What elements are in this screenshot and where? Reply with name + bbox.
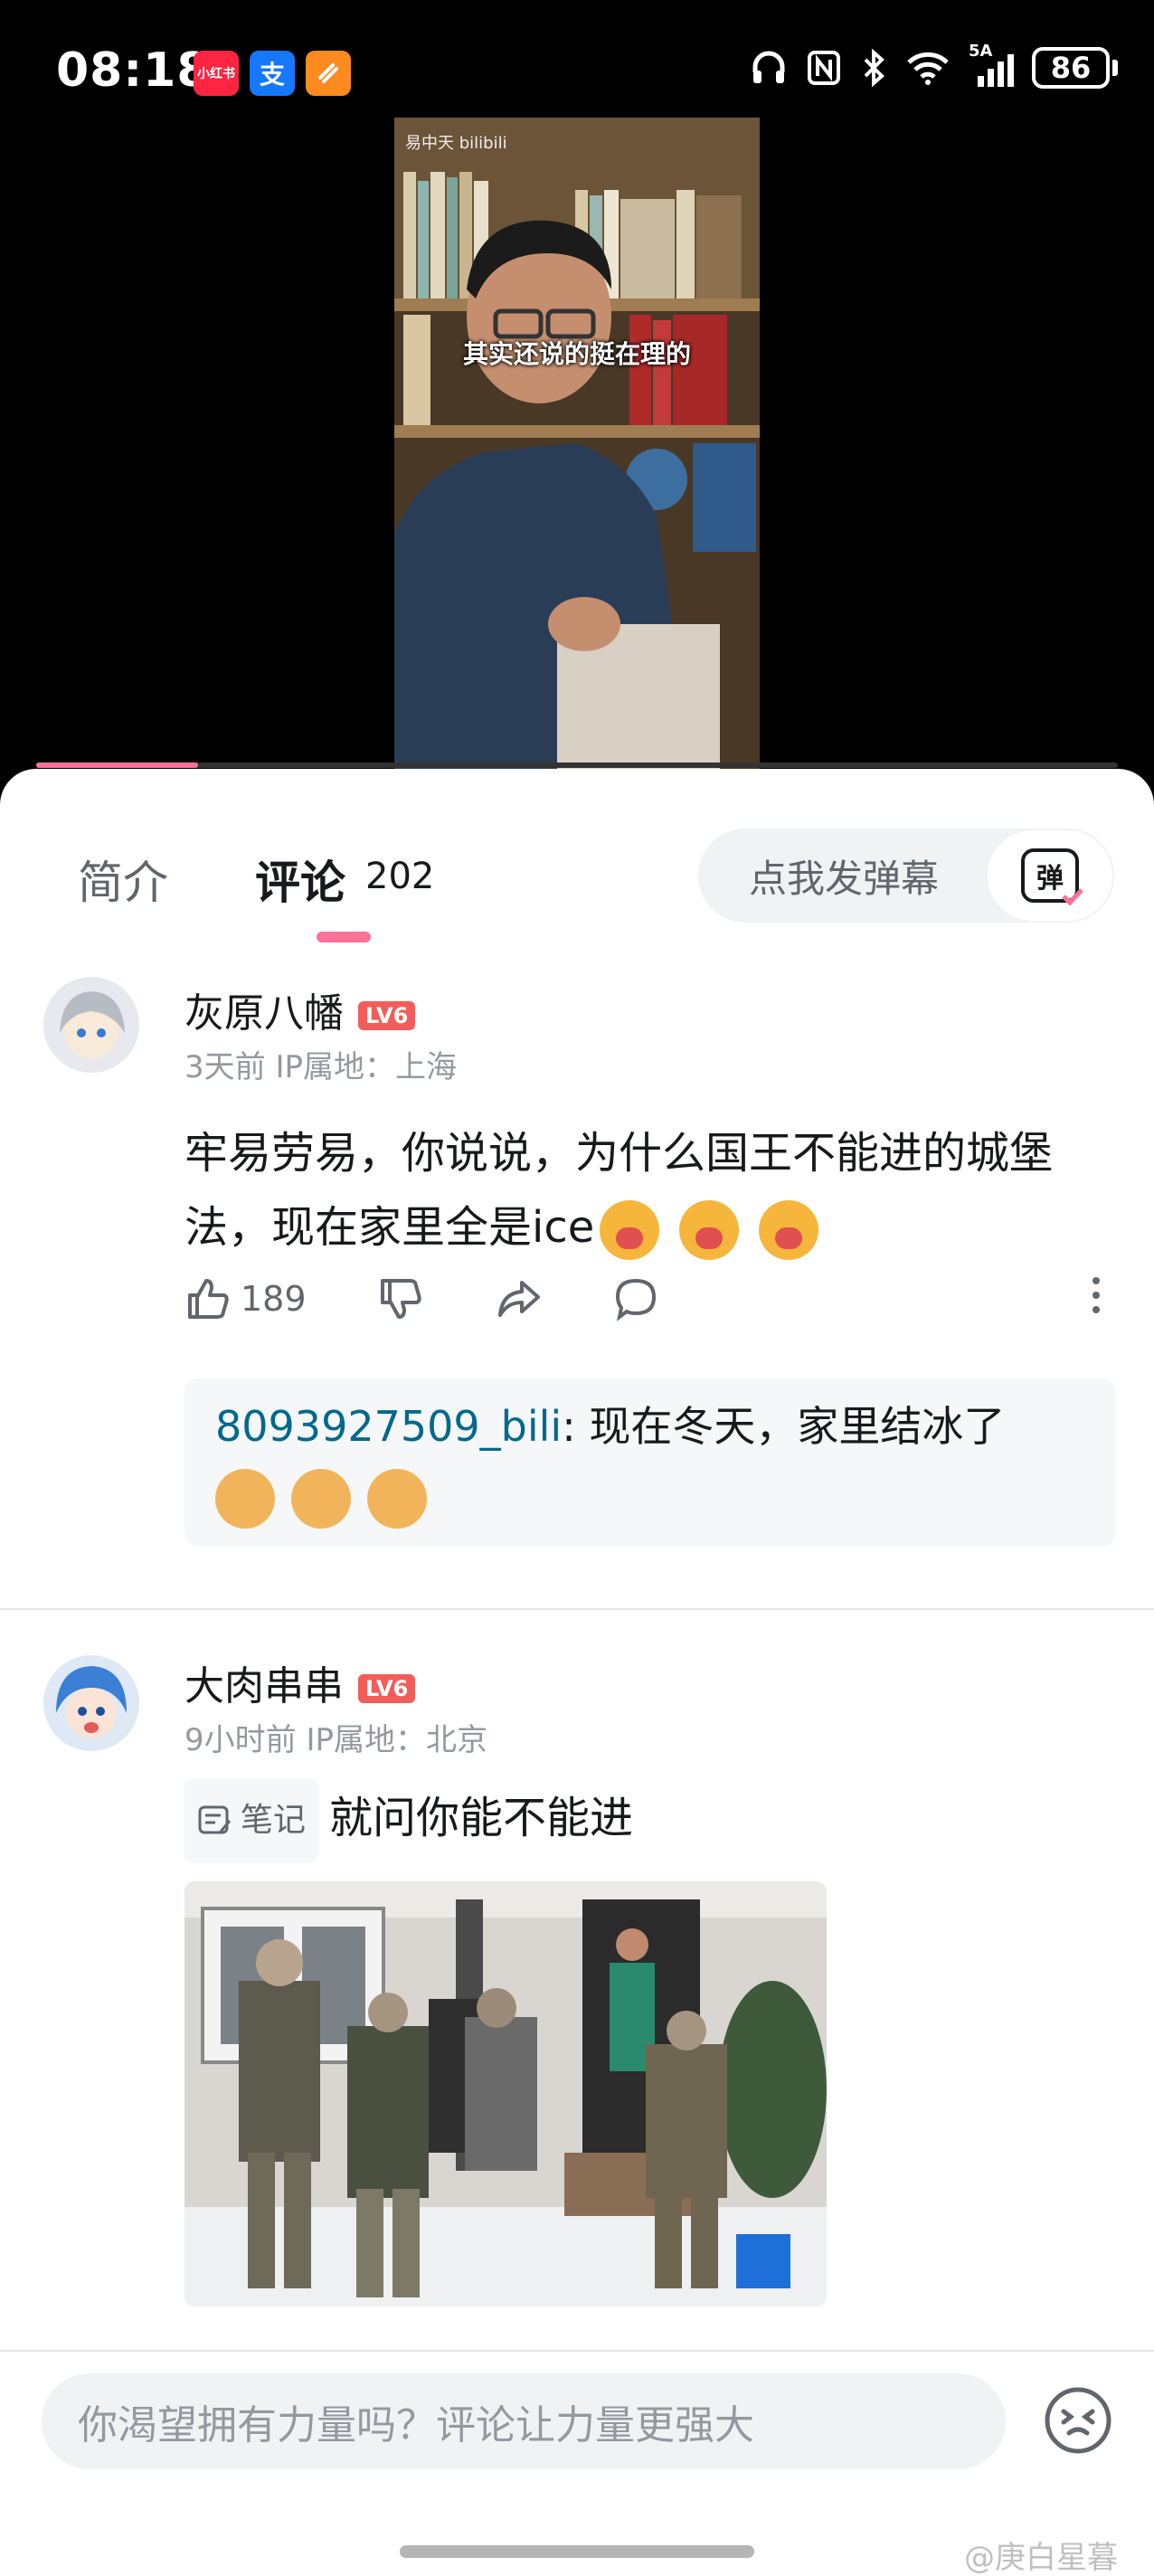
note-tag[interactable]: 笔记	[184, 1778, 319, 1863]
xiaohongshu-icon: 小红书	[194, 51, 239, 96]
doge-emoji-icon	[291, 1469, 351, 1529]
bottom-comment-bar: 你渴望拥有力量吗？评论让力量更强大 @庚白星暮	[0, 2350, 1154, 2576]
bluetooth-icon	[864, 49, 884, 87]
like-count: 189	[241, 1279, 307, 1319]
comment-text: 牢易劳易，你说说，为什么国王不能进的城堡法，现在家里全是ice	[184, 1116, 1116, 1264]
comment-username[interactable]: 灰原八幡 LV6	[184, 980, 416, 1038]
doge-emoji-icon	[367, 1469, 427, 1529]
level-badge: LV6	[358, 1001, 416, 1030]
more-vertical-icon	[1093, 1277, 1100, 1313]
reply-button[interactable]	[612, 1275, 659, 1322]
tab-indicator	[317, 932, 371, 942]
tab-comments[interactable]: 评论	[255, 847, 345, 912]
video-watermark: 易中天 bilibili	[405, 134, 507, 153]
signal-icon: 5A	[969, 42, 1014, 87]
more-options-button[interactable]	[1091, 1275, 1102, 1325]
thumbs-down-icon	[380, 1279, 421, 1319]
comment-input[interactable]: 你渴望拥有力量吗？评论让力量更强大	[42, 2373, 1006, 2469]
emoji-face-icon	[1045, 2387, 1111, 2454]
video-subtitle: 其实还说的挺在理的	[462, 339, 691, 369]
crying-emoji-icon	[679, 1200, 740, 1260]
watermark: @庚白星暮	[964, 2540, 1118, 2576]
video-image	[394, 118, 760, 769]
crying-emoji-icon	[759, 1200, 819, 1260]
wifi-icon	[907, 52, 949, 85]
status-bar: 08:18 小红书 支 5A 86	[0, 0, 1154, 118]
comment-divider	[0, 1608, 1154, 1610]
video-progress-fill	[36, 762, 199, 768]
comment-meta: 3天前 IP属地：上海	[184, 1049, 457, 1085]
comment-count: 202	[365, 856, 435, 897]
avatar[interactable]	[43, 977, 139, 1073]
crying-emoji-icon	[600, 1200, 660, 1260]
emoji-button[interactable]	[1042, 2384, 1114, 2457]
comment-username[interactable]: 大肉串串 LV6	[184, 1653, 416, 1711]
nfc-icon	[808, 51, 840, 85]
reply-line: 8093927509_bili: 现在冬天，家里结冰了	[215, 1398, 1005, 1454]
danmaku-input[interactable]: 点我发弹幕 弹	[698, 829, 1114, 923]
reply-username[interactable]: 8093927509_bili	[215, 1402, 562, 1451]
video-frame[interactable]: 易中天 bilibili 其实还说的挺在理的	[394, 118, 760, 769]
app-icon	[306, 51, 351, 96]
tab-bar: 简介 评论 202 点我发弹幕 弹	[0, 769, 1154, 950]
reply-emojis	[215, 1469, 443, 1529]
alipay-icon: 支	[250, 51, 295, 96]
comment-input-placeholder: 你渴望拥有力量吗？评论让力量更强大	[78, 2402, 754, 2448]
comment-bubble-icon	[615, 1278, 656, 1321]
home-indicator[interactable]	[400, 2545, 754, 2558]
battery-icon: 86	[1032, 47, 1118, 89]
comment-actions: 189	[184, 1275, 659, 1322]
comment-item: 灰原八幡 LV6 3天前 IP属地：上海 牢易劳易，你说说，为什么国王不能进的城堡…	[0, 977, 1154, 1547]
comment-photo[interactable]	[184, 1881, 827, 2306]
comment-text: 笔记 就问你能不能进	[184, 1778, 1116, 1863]
reply-text: : 现在冬天，家里结冰了	[562, 1402, 1006, 1451]
headphones-icon	[752, 51, 785, 83]
note-icon	[198, 1805, 232, 1834]
like-button[interactable]: 189	[184, 1275, 307, 1322]
level-badge: LV6	[358, 1674, 416, 1703]
photo-image	[184, 1881, 827, 2306]
doge-emoji-icon	[215, 1469, 275, 1529]
share-button[interactable]	[495, 1275, 542, 1322]
danmaku-toggle-button[interactable]: 弹	[986, 829, 1114, 923]
video-player[interactable]: 易中天 bilibili 其实还说的挺在理的	[0, 118, 1154, 769]
dislike-button[interactable]	[377, 1275, 424, 1322]
video-progress-bar[interactable]	[36, 762, 1118, 768]
comment-item: 大肉串串 LV6 9小时前 IP属地：北京 笔记 就问你能不能进	[0, 1655, 1154, 2352]
avatar[interactable]	[43, 1655, 139, 1751]
danmaku-icon: 弹	[1021, 848, 1083, 906]
status-icons: 5A 86	[750, 42, 1118, 89]
comment-meta: 9小时前 IP属地：北京	[184, 1722, 487, 1758]
thumbs-up-icon	[188, 1279, 229, 1319]
reply-preview[interactable]: 8093927509_bili: 现在冬天，家里结冰了	[184, 1378, 1116, 1547]
share-icon	[497, 1281, 540, 1317]
danmaku-placeholder: 点我发弹幕	[749, 856, 940, 901]
tab-intro[interactable]: 简介	[78, 847, 168, 912]
comment-panel: 简介 评论 202 点我发弹幕 弹 灰原八幡 LV6 3天前 IP属地：上海 牢易…	[0, 769, 1154, 2576]
status-time: 08:18	[56, 43, 211, 98]
